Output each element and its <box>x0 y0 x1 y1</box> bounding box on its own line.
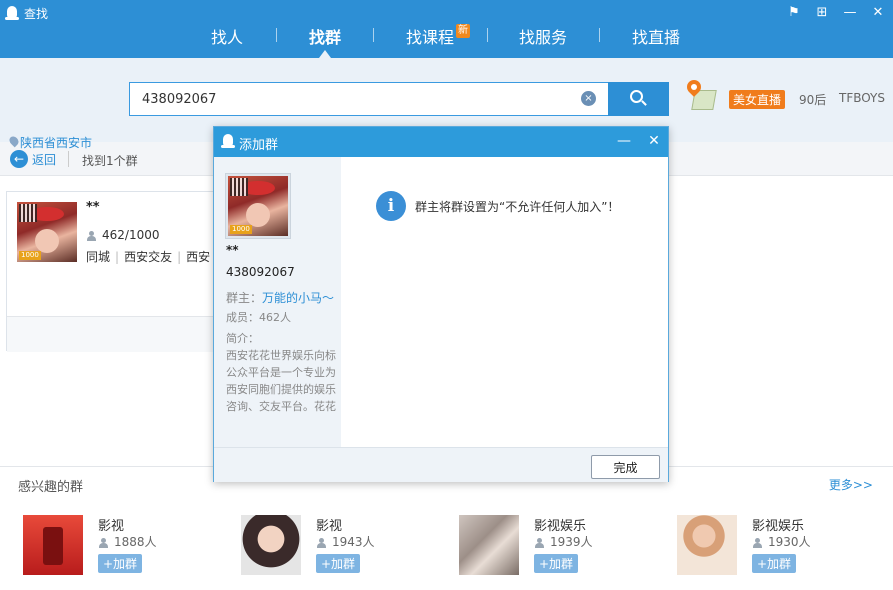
members-icon <box>752 537 764 548</box>
dialog-header[interactable]: 添加群 — ✕ <box>214 127 668 157</box>
members-icon <box>316 537 328 548</box>
add-group-dialog: 添加群 — ✕ 1000 ** 438092067 群主：万能的小马～ 成员：4… <box>213 126 669 482</box>
group-name: ** <box>86 200 100 215</box>
back-label: 返回 <box>32 152 57 167</box>
group-tags: 同城 | 西安交友 | 西安 <box>86 250 211 264</box>
search-input[interactable] <box>130 83 570 115</box>
recommended-group-avatar[interactable] <box>459 515 519 575</box>
group-location[interactable]: 陕西省西安市 <box>20 134 92 151</box>
group-tag: 同城 <box>86 250 111 264</box>
join-group-button[interactable]: +加群 <box>316 554 361 573</box>
dialog-message: i 群主将群设置为“不允许任何人加入”！ <box>376 191 619 221</box>
dialog-group-name: ** <box>226 243 239 257</box>
search-box: × <box>129 82 609 116</box>
group-members-count: 462/1000 <box>102 228 160 242</box>
nav-divider <box>373 28 374 42</box>
dialog-avatar-frame: 1000 <box>225 173 291 239</box>
dialog-group-owner: 群主：万能的小马～ <box>226 289 334 306</box>
window-title: 查找 <box>24 6 49 21</box>
nav-divider <box>276 28 277 42</box>
avatar-badge: 1000 <box>230 225 252 234</box>
join-group-button[interactable]: +加群 <box>98 554 143 573</box>
recommended-group[interactable]: 影视娱乐 1939人 +加群 <box>459 515 659 575</box>
toolbar-divider <box>68 151 69 167</box>
recommended-group-name: 影视娱乐 <box>752 519 805 534</box>
tab-find-live[interactable]: 找直播 <box>632 24 680 48</box>
dialog-group-avatar: 1000 <box>228 176 288 236</box>
dialog-close-icon[interactable]: ✕ <box>646 133 662 149</box>
members-icon <box>86 230 98 241</box>
qq-penguin-icon <box>4 5 20 21</box>
title-bar: 查找 ⚑ ⊞ — ✕ 找人 找群 找课程新 找服务 找直播 <box>0 0 893 58</box>
dialog-footer: 完成 <box>214 447 668 482</box>
new-badge: 新 <box>456 24 471 38</box>
recommended-group-count: 1888人 <box>98 533 157 550</box>
group-members: 462/1000 <box>86 228 160 242</box>
clear-icon[interactable]: × <box>581 91 596 106</box>
info-icon: i <box>376 191 406 221</box>
recommended-group-count: 1930人 <box>752 533 811 550</box>
group-avatar[interactable]: 1000 <box>17 202 77 262</box>
owner-link[interactable]: 万能的小马～ <box>262 291 334 305</box>
recommended-group[interactable]: 影视 1943人 +加群 <box>241 515 441 575</box>
group-info-panel: 1000 ** 438092067 群主：万能的小马～ 成员：462人 简介： … <box>214 157 341 447</box>
active-tab-indicator <box>319 50 331 58</box>
map-location-icon[interactable] <box>684 77 717 112</box>
recommended-group-name: 影视 <box>316 519 343 534</box>
owner-label: 群主： <box>226 291 263 305</box>
tab-find-people[interactable]: 找人 <box>211 24 243 48</box>
tab-find-courses[interactable]: 找课程新 <box>406 24 471 48</box>
main-nav: 找人 找群 找课程新 找服务 找直播 <box>0 20 893 58</box>
recommended-group-avatar[interactable] <box>23 515 83 575</box>
search-button[interactable] <box>608 82 669 116</box>
hot-tag-beauty-live[interactable]: 美女直播 <box>729 90 786 109</box>
avatar-badge: 1000 <box>19 251 41 260</box>
found-count-text: 找到1个群 <box>82 154 138 168</box>
intro-label: 简介： <box>226 332 259 345</box>
done-button[interactable]: 完成 <box>591 455 660 479</box>
dialog-group-id: 438092067 <box>226 265 295 279</box>
recommended-group-count: 1939人 <box>534 533 593 550</box>
tab-find-courses-label: 找课程 <box>406 28 455 47</box>
back-arrow-icon: ← <box>10 150 28 168</box>
dialog-message-text: 群主将群设置为“不允许任何人加入”！ <box>415 199 620 214</box>
recommended-group-count: 1943人 <box>316 533 375 550</box>
members-icon <box>98 537 110 548</box>
interest-section-title: 感兴趣的群 <box>18 480 84 495</box>
group-tag: 西安 <box>186 250 211 264</box>
tag-link-tfboys[interactable]: TFBOYS <box>839 91 885 105</box>
nav-divider <box>487 28 488 42</box>
recommended-group[interactable]: 影视娱乐 1930人 +加群 <box>677 515 877 575</box>
back-button[interactable]: ← 返回 <box>10 150 56 168</box>
tab-find-groups[interactable]: 找群 <box>309 24 341 48</box>
join-group-button[interactable]: +加群 <box>534 554 579 573</box>
nav-divider <box>599 28 600 42</box>
join-group-button[interactable]: +加群 <box>752 554 797 573</box>
tab-find-services[interactable]: 找服务 <box>519 24 567 48</box>
dialog-group-members: 成员：462人 <box>226 311 291 324</box>
recommended-group-avatar[interactable] <box>677 515 737 575</box>
recommended-group-avatar[interactable] <box>241 515 301 575</box>
dialog-minimize-icon[interactable]: — <box>616 133 632 149</box>
group-intro: 西安花花世界娱乐向标公众平台是一个专业为西安同胞们提供的娱乐咨询、交友平台。花花 <box>226 349 336 413</box>
members-icon <box>534 537 546 548</box>
recommended-group-name: 影视 <box>98 519 125 534</box>
dialog-title: 添加群 <box>239 138 279 153</box>
group-tag: 西安交友 <box>124 250 173 264</box>
more-link[interactable]: 更多>> <box>829 476 873 493</box>
recommended-group-name: 影视娱乐 <box>534 519 587 534</box>
location-row <box>7 316 220 352</box>
qq-penguin-icon <box>221 134 235 150</box>
tag-link-90s[interactable]: 90后 <box>799 91 826 108</box>
recommended-group[interactable]: 影视 1888人 +加群 <box>23 515 223 575</box>
